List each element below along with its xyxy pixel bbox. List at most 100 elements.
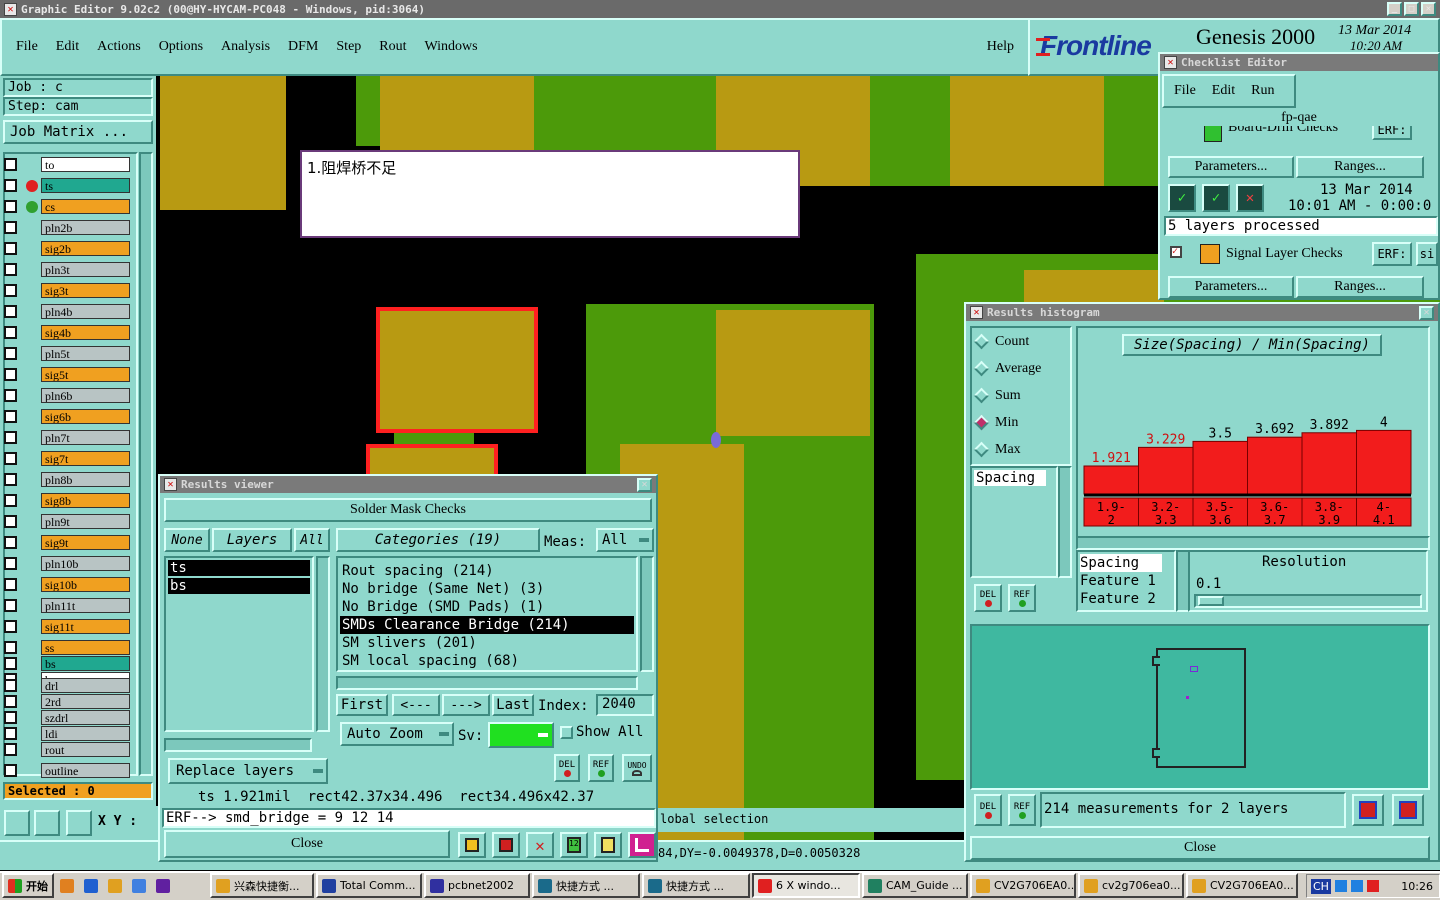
- layer-name[interactable]: 2rd: [41, 694, 130, 709]
- layer-name[interactable]: sig10b: [41, 577, 130, 592]
- chart-title[interactable]: Size(Spacing) / Min(Spacing): [1122, 334, 1382, 356]
- mode-sum[interactable]: Sum: [972, 382, 1070, 409]
- feature-1[interactable]: Feature 1: [1080, 572, 1172, 590]
- radio-icon[interactable]: [973, 333, 990, 350]
- first-button[interactable]: First: [336, 694, 388, 716]
- histogram-bar[interactable]: [1083, 465, 1139, 495]
- show-all-checkbox[interactable]: [560, 726, 573, 739]
- layer-checkbox[interactable]: [4, 431, 17, 444]
- erf-button[interactable]: ERF:: [1372, 126, 1412, 140]
- quicklaunch-icon[interactable]: [132, 879, 146, 893]
- menu-analysis[interactable]: Analysis: [221, 39, 270, 55]
- parameters-button[interactable]: Parameters...: [1168, 156, 1294, 178]
- radio-icon[interactable]: [973, 441, 990, 458]
- layer-name[interactable]: sig6b: [41, 409, 130, 424]
- layer-row-pln7t[interactable]: pln7t: [4, 429, 130, 446]
- results-viewer-close-icon[interactable]: ✕: [637, 477, 652, 492]
- compare-icon[interactable]: 12: [560, 832, 588, 858]
- layer-result-hscroll[interactable]: [164, 738, 312, 752]
- results-close-button[interactable]: Close: [164, 830, 450, 858]
- taskbar-item[interactable]: Total Comm...: [316, 873, 422, 898]
- resolution-slider[interactable]: [1194, 594, 1422, 608]
- del-icon[interactable]: DEL: [974, 584, 1002, 612]
- quicklaunch-icon[interactable]: [156, 879, 170, 893]
- layer-checkbox[interactable]: [4, 263, 17, 276]
- menu-edit[interactable]: Edit: [56, 39, 79, 55]
- layer-row-to[interactable]: to: [4, 156, 130, 173]
- taskbar-item[interactable]: 6 X windo...: [752, 873, 860, 898]
- erf-off-icon[interactable]: ✕: [526, 832, 554, 858]
- run-check-icon[interactable]: ✕: [1236, 184, 1264, 212]
- mode-min[interactable]: Min: [972, 409, 1070, 436]
- snap-tool-icon[interactable]: [66, 810, 92, 836]
- layer-checkbox[interactable]: [4, 368, 17, 381]
- layer-name[interactable]: ldi: [41, 726, 130, 741]
- layer-row-pln9t[interactable]: pln9t: [4, 513, 130, 530]
- layer-row-outline[interactable]: outline: [4, 762, 130, 779]
- layer-row-sig11t[interactable]: sig11t: [4, 618, 130, 635]
- layer-name[interactable]: sig3t: [41, 283, 130, 298]
- layer-name[interactable]: bs: [41, 656, 130, 671]
- report-icon[interactable]: [594, 832, 622, 858]
- layer-name[interactable]: sig5t: [41, 367, 130, 382]
- layer-checkbox[interactable]: [4, 515, 17, 528]
- annotation-box[interactable]: 1.阻焊桥不足: [300, 150, 800, 238]
- parameters-button[interactable]: Parameters...: [1168, 276, 1294, 298]
- layer-row-sig9t[interactable]: sig9t: [4, 534, 130, 551]
- layer-checkbox[interactable]: [4, 536, 17, 549]
- del-icon[interactable]: DEL: [974, 794, 1002, 826]
- radio-icon[interactable]: [973, 387, 990, 404]
- layer-checkbox[interactable]: [4, 494, 17, 507]
- histogram-bar[interactable]: [1138, 446, 1194, 495]
- erf-value[interactable]: si: [1416, 242, 1438, 266]
- layer-checkbox[interactable]: [4, 679, 17, 692]
- layer-checkbox[interactable]: [4, 599, 17, 612]
- layer-row-szdrl[interactable]: szdrl: [4, 709, 130, 726]
- ranges-button[interactable]: Ranges...: [1296, 276, 1424, 298]
- layer-row-pln6b[interactable]: pln6b: [4, 387, 130, 404]
- layer-checkbox[interactable]: [4, 452, 17, 465]
- result-layer-ts[interactable]: ts: [168, 560, 310, 576]
- checklist-menu-edit[interactable]: Edit: [1212, 83, 1235, 99]
- layer-name[interactable]: pln7t: [41, 430, 130, 445]
- del-icon[interactable]: DEL: [554, 754, 580, 782]
- layer-row-pln11t[interactable]: pln11t: [4, 597, 130, 614]
- layer-row-sig6b[interactable]: sig6b: [4, 408, 130, 425]
- layer-row-sig2b[interactable]: sig2b: [4, 240, 130, 257]
- layer-name[interactable]: rout: [41, 742, 130, 757]
- layer-name[interactable]: pln11t: [41, 598, 130, 613]
- checklist-menu-file[interactable]: File: [1174, 83, 1196, 99]
- category-item[interactable]: No Bridge (SMD Pads) (1): [340, 598, 634, 616]
- layer-checkbox[interactable]: [4, 284, 17, 297]
- checklist-item-signal[interactable]: ✓ Signal Layer Checks ERF: si: [1164, 242, 1438, 268]
- layer-name[interactable]: pln5t: [41, 346, 130, 361]
- layer-checkbox[interactable]: [4, 743, 17, 756]
- sv-color-dropdown[interactable]: [488, 722, 554, 748]
- taskbar-item[interactable]: 快捷方式 ...: [532, 873, 640, 898]
- taskbar-item[interactable]: CV2G706EA0...: [1186, 873, 1298, 898]
- export-icon[interactable]: [1352, 794, 1384, 826]
- meas-dropdown[interactable]: All: [596, 528, 654, 552]
- layer-checkbox[interactable]: [4, 620, 17, 633]
- layer-row-pln2b[interactable]: pln2b: [4, 219, 130, 236]
- last-button[interactable]: Last: [492, 694, 534, 716]
- tray-icon[interactable]: [1350, 880, 1363, 892]
- taskbar-item[interactable]: pcbnet2002: [424, 873, 530, 898]
- layer-name[interactable]: cs: [41, 199, 130, 214]
- menu-rout[interactable]: Rout: [379, 39, 406, 55]
- layer-name[interactable]: szdrl: [41, 710, 130, 725]
- layer-checkbox[interactable]: [4, 158, 17, 171]
- layer-checkbox[interactable]: [4, 711, 17, 724]
- layer-row-ts[interactable]: ts: [4, 177, 130, 194]
- histogram-list-item[interactable]: Spacing: [974, 470, 1046, 486]
- undo-icon[interactable]: UNDO: [622, 754, 652, 782]
- taskbar-item[interactable]: CV2G706EA0...: [970, 873, 1076, 898]
- layer-row-pln8b[interactable]: pln8b: [4, 471, 130, 488]
- feature-spacing[interactable]: Spacing: [1080, 554, 1162, 572]
- taskbar-item[interactable]: cv2g706ea0...: [1078, 873, 1184, 898]
- layer-row-ss[interactable]: ss: [4, 639, 130, 656]
- category-item[interactable]: No bridge (Same Net) (3): [340, 580, 634, 598]
- categories-button[interactable]: Categories (19): [336, 528, 540, 552]
- layer-name[interactable]: sig11t: [41, 619, 130, 634]
- category-item[interactable]: SM slivers (201): [340, 634, 634, 652]
